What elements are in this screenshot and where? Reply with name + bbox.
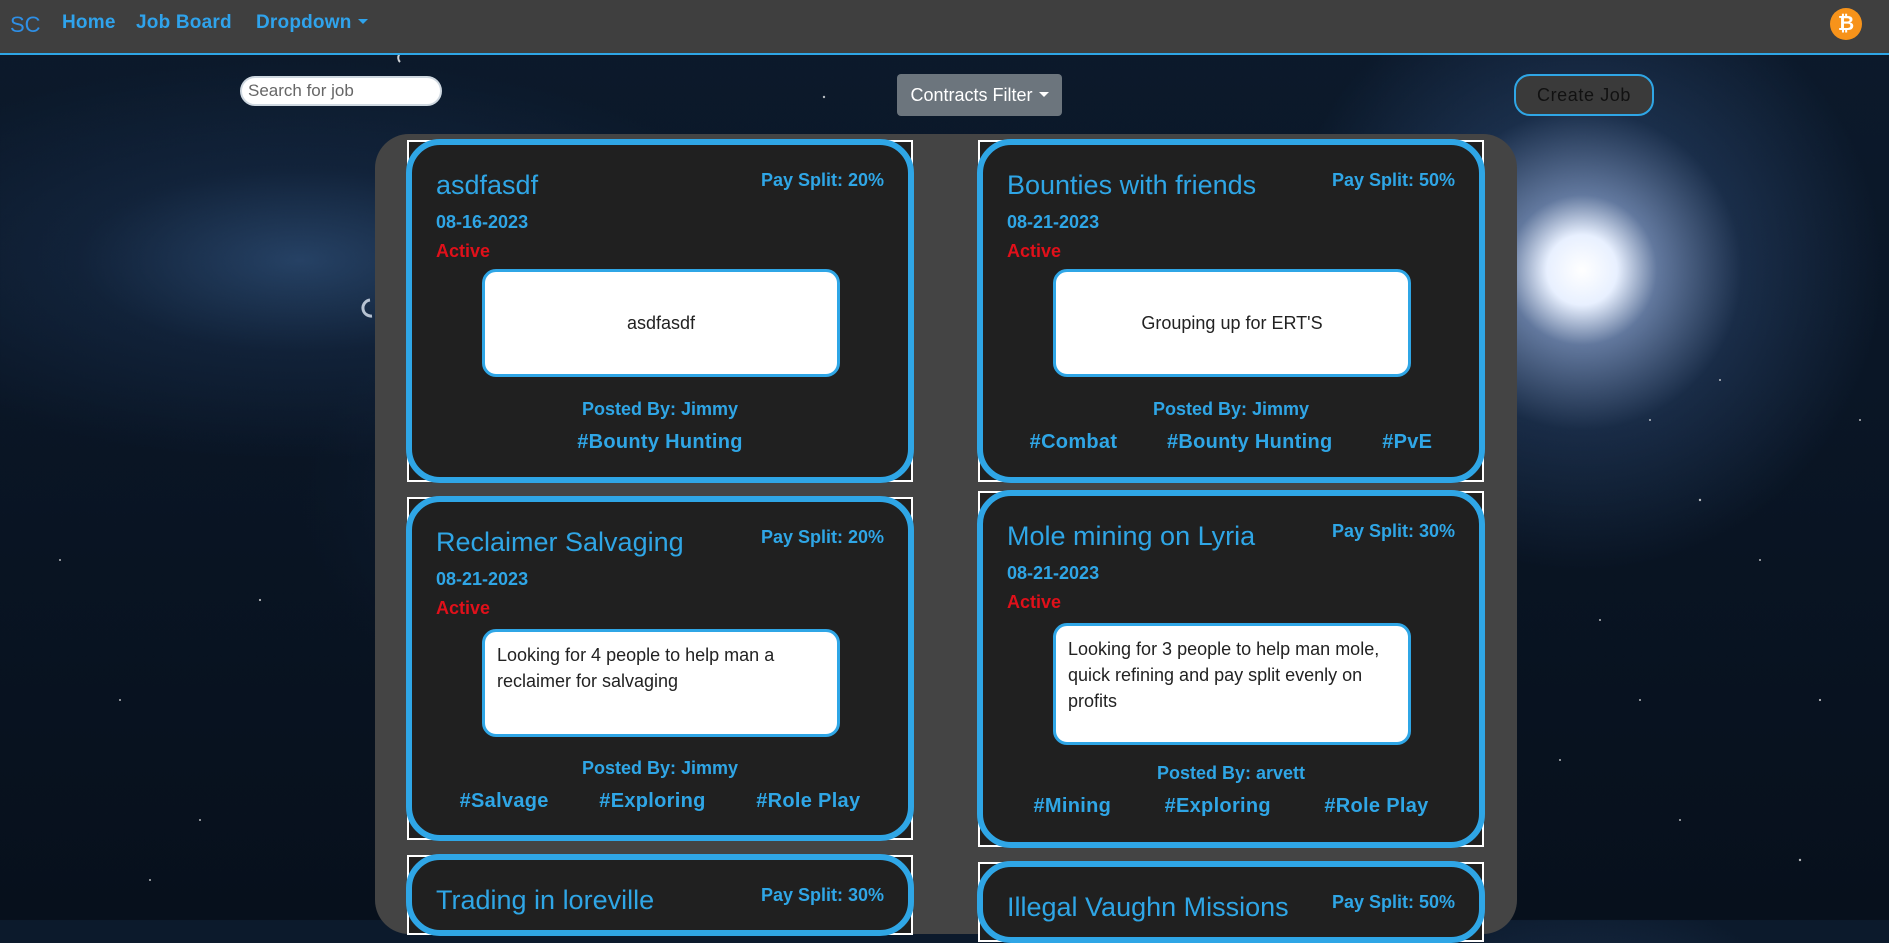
tag-exploring[interactable]: #Exploring xyxy=(1165,795,1271,818)
posted-by: Posted By: Jimmy xyxy=(1152,399,1310,419)
create-job-button[interactable]: Create Job xyxy=(1514,74,1654,116)
bitcoin-icon[interactable]: ₿ xyxy=(1830,8,1862,40)
tag-salvage[interactable]: #Salvage xyxy=(460,790,549,813)
tag-role-play[interactable]: #Role Play xyxy=(1324,795,1428,818)
posted-by: Posted By: arvett xyxy=(1156,763,1306,783)
pay-split: Pay Split: 20% xyxy=(760,527,884,547)
nav-dropdown-label: Dropdown xyxy=(256,12,352,33)
nav-home[interactable]: Home xyxy=(62,12,116,34)
chevron-down-icon xyxy=(1038,92,1049,97)
job-date: 08-21-2023 xyxy=(1007,563,1100,583)
tag-list: #Bounty Hunting xyxy=(409,431,911,454)
job-card[interactable]: Illegal Vaughn Missions Pay Split: 50% xyxy=(978,862,1484,942)
job-title: Mole mining on Lyria xyxy=(1007,521,1256,551)
pay-split: Pay Split: 30% xyxy=(760,885,884,905)
status-badge: Active xyxy=(1007,241,1062,261)
tag-pve[interactable]: #PvE xyxy=(1382,431,1432,454)
status-badge: Active xyxy=(436,598,491,618)
job-card[interactable]: Reclaimer Salvaging Pay Split: 20% 08-21… xyxy=(407,497,913,840)
posted-by: Posted By: Jimmy xyxy=(581,758,739,778)
tag-exploring[interactable]: #Exploring xyxy=(599,790,705,813)
job-card[interactable]: Bounties with friends Pay Split: 50% 08-… xyxy=(978,140,1484,482)
job-title: Reclaimer Salvaging xyxy=(436,527,684,557)
tag-list: #Mining #Exploring #Role Play xyxy=(980,795,1482,818)
job-date: 08-21-2023 xyxy=(1007,212,1100,232)
tag-list: #Combat #Bounty Hunting #PvE xyxy=(980,431,1482,454)
job-date: 08-21-2023 xyxy=(436,569,529,589)
nav-job-board[interactable]: Job Board xyxy=(136,12,232,34)
pay-split: Pay Split: 50% xyxy=(1331,170,1455,190)
pay-split: Pay Split: 50% xyxy=(1331,892,1455,912)
search-input[interactable] xyxy=(240,76,442,106)
tag-combat[interactable]: #Combat xyxy=(1030,431,1118,454)
chevron-down-icon xyxy=(357,19,368,24)
job-description: Looking for 4 people to help man a recla… xyxy=(482,629,840,737)
job-title: Illegal Vaughn Missions xyxy=(1007,892,1289,922)
tag-mining[interactable]: #Mining xyxy=(1033,795,1111,818)
contracts-filter-button[interactable]: Contracts Filter xyxy=(897,74,1062,116)
contracts-filter-label: Contracts Filter xyxy=(910,85,1033,105)
job-description: asdfasdf xyxy=(482,269,840,377)
job-card[interactable]: Trading in loreville Pay Split: 30% xyxy=(407,855,913,935)
tag-bounty-hunting[interactable]: #Bounty Hunting xyxy=(1167,431,1333,454)
navbar: SC Home Job Board Dropdown ₿ xyxy=(0,0,1889,55)
job-title: Bounties with friends xyxy=(1007,170,1257,200)
job-title: Trading in loreville xyxy=(436,885,655,915)
job-title: asdfasdf xyxy=(436,170,539,200)
pay-split: Pay Split: 30% xyxy=(1331,521,1455,541)
job-card[interactable]: Mole mining on Lyria Pay Split: 30% 08-2… xyxy=(978,491,1484,847)
tag-list: #Salvage #Exploring #Role Play xyxy=(409,790,911,813)
job-date: 08-16-2023 xyxy=(436,212,529,232)
brand-logo[interactable]: SC xyxy=(10,12,41,38)
status-badge: Active xyxy=(436,241,491,261)
pay-split: Pay Split: 20% xyxy=(760,170,884,190)
job-description: Looking for 3 people to help man mole, q… xyxy=(1053,623,1411,745)
posted-by: Posted By: Jimmy xyxy=(581,399,739,419)
nav-dropdown[interactable]: Dropdown xyxy=(256,12,368,34)
tag-role-play[interactable]: #Role Play xyxy=(756,790,860,813)
job-description: Grouping up for ERT'S xyxy=(1053,269,1411,377)
status-badge: Active xyxy=(1007,592,1062,612)
tag-bounty-hunting[interactable]: #Bounty Hunting xyxy=(577,431,743,454)
job-card[interactable]: asdfasdf Pay Split: 20% 08-16-2023 Activ… xyxy=(407,140,913,482)
